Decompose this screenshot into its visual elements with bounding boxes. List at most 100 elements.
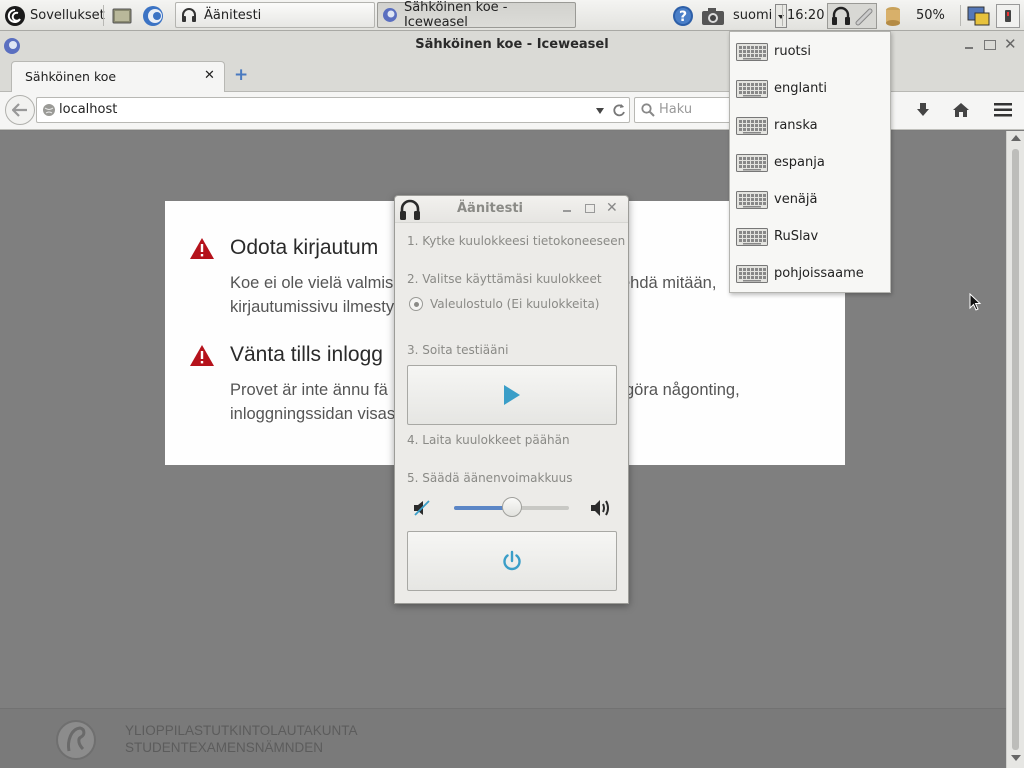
volume-slider-knob[interactable] (501, 497, 522, 517)
device-option-label: Valeulostulo (Ei kuulokkeita) (430, 297, 600, 311)
scroll-up-icon[interactable] (1011, 135, 1021, 141)
keyboard-layout-label: suomi (733, 8, 773, 23)
downloads-icon[interactable] (915, 102, 931, 118)
keyboard-layout-option-label: englanti (774, 81, 828, 96)
show-desktop-button[interactable] (112, 0, 132, 31)
battery-label: 50% (916, 8, 945, 23)
keyboard-layout-option[interactable]: englanti (730, 70, 890, 107)
headphones-icon (831, 6, 850, 25)
notice-title-fi: Odota kirjautum (230, 236, 379, 259)
keyboard-icon (736, 190, 768, 209)
close-icon: ✕ (1004, 35, 1017, 53)
power-icon (1005, 9, 1011, 22)
tab-title: Sähköinen koe (25, 69, 117, 84)
globe-icon (43, 104, 55, 116)
battery-indicator[interactable]: 50% (912, 0, 945, 31)
footer-line1: YLIOPPILASTUTKINTOLAUTAKUNTA (125, 723, 358, 738)
keyboard-layout-option-label: ranska (774, 118, 818, 133)
url-history-dropdown[interactable] (596, 108, 604, 114)
footer-line2: STUDENTEXAMENSNÄMNDEN (125, 740, 324, 755)
volume-slider[interactable] (454, 497, 569, 517)
radio-button[interactable] (409, 297, 423, 311)
browser-launcher[interactable] (141, 0, 165, 31)
reload-icon[interactable] (612, 103, 626, 117)
ytl-logo-icon (56, 720, 96, 760)
scroll-down-icon[interactable] (1011, 755, 1021, 761)
notice-body-sv-line2: inloggningssidan visas (230, 405, 396, 423)
step-4-label: 4. Laita kuulokkeet päähän (407, 433, 570, 447)
minimize-button[interactable] (962, 37, 976, 51)
keyboard-layout-option-label: RuSlav (774, 229, 819, 244)
step-3-label: 3. Soita testiääni (407, 343, 509, 357)
database-icon (886, 6, 900, 26)
microphone-icon (855, 8, 872, 25)
page-scrollbar[interactable] (1006, 131, 1024, 768)
power-icon (503, 550, 521, 571)
dialog-titlebar[interactable]: Äänitesti ✕ (395, 196, 628, 223)
scrollbar-thumb[interactable] (1012, 149, 1019, 750)
task-browser[interactable]: Sähköinen koe - Iceweasel (377, 0, 576, 30)
notice-body-fi-line1: Koe ei ole vielä valmis (230, 274, 394, 292)
windows-icon (967, 6, 990, 25)
applications-menu[interactable]: Sovellukset (4, 0, 105, 31)
play-test-sound-button[interactable] (407, 365, 617, 425)
help-button[interactable]: ? (672, 0, 694, 31)
keyboard-layout-option[interactable]: ruotsi (730, 33, 890, 70)
debian-logo-icon (5, 5, 25, 26)
notice-body-sv-line1-end: göra någonting, (625, 381, 740, 399)
warning-icon (190, 238, 214, 259)
headphones-icon (182, 8, 196, 22)
mute-icon[interactable] (412, 498, 432, 518)
back-button[interactable] (5, 95, 35, 125)
svg-text:?: ? (679, 9, 687, 25)
desktop-icon (112, 8, 132, 23)
help-icon: ? (673, 5, 693, 26)
keyboard-icon (736, 227, 768, 246)
url-bar[interactable]: localhost (36, 97, 630, 123)
keyboard-layout-option[interactable]: RuSlav (730, 218, 890, 255)
notice-body-sv-line1: Provet är inte ännu fä (230, 381, 388, 399)
plus-icon: + (234, 65, 249, 85)
close-tab-button[interactable]: ✕ (204, 68, 215, 83)
keyboard-icon (736, 264, 768, 283)
camera-icon (702, 7, 724, 25)
step-5-label: 5. Säädä äänenvoimakkuus (407, 471, 573, 485)
tab-active[interactable]: Sähköinen koe ✕ (11, 61, 225, 93)
maximize-button[interactable] (984, 40, 996, 50)
new-tab-button[interactable]: + (234, 65, 248, 85)
window-switcher[interactable] (967, 0, 991, 31)
task-sound-test[interactable]: Äänitesti (175, 2, 375, 28)
dialog-minimize-button[interactable] (563, 210, 571, 212)
storage-button[interactable] (883, 0, 903, 31)
keyboard-layout-option[interactable]: pohjoissaame (730, 255, 890, 292)
logout-button[interactable] (996, 0, 1020, 31)
audio-tray[interactable] (827, 0, 877, 31)
menu-icon[interactable] (994, 103, 1012, 117)
device-radio-option[interactable]: Valeulostulo (Ei kuulokkeita) (409, 297, 600, 311)
close-window-button[interactable]: ✕ (1004, 35, 1017, 53)
keyboard-layout-option[interactable]: ranska (730, 107, 890, 144)
keyboard-layout-option-label: pohjoissaame (774, 266, 864, 281)
keyboard-icon (736, 42, 768, 61)
home-icon[interactable] (952, 102, 970, 118)
dialog-title: Äänitesti (457, 201, 523, 216)
play-icon (504, 385, 520, 405)
keyboard-layout-option[interactable]: venäjä (730, 181, 890, 218)
keyboard-layout-option-label: venäjä (774, 192, 818, 207)
url-text: localhost (59, 102, 118, 117)
screenshot-button[interactable] (701, 0, 725, 31)
power-button[interactable] (407, 531, 617, 591)
keyboard-layout-option-label: ruotsi (774, 44, 812, 59)
clock[interactable]: 16:20 (787, 0, 824, 31)
keyboard-layout-option[interactable]: espanja (730, 144, 890, 181)
dialog-maximize-button[interactable] (585, 204, 595, 213)
keyboard-layout-selector[interactable]: suomi (733, 0, 788, 31)
dialog-close-button[interactable]: ✕ (606, 200, 618, 216)
sound-test-dialog: Äänitesti ✕ 1. Kytke kuulokkeesi tietoko… (394, 195, 629, 604)
step-2-label: 2. Valitse käyttämäsi kuulokkeet (407, 272, 602, 286)
back-arrow-icon (12, 103, 27, 117)
close-icon: ✕ (606, 200, 618, 216)
task-label: Sähköinen koe - Iceweasel (403, 0, 508, 30)
notice-body-fi-line2: kirjautumissivu ilmesty (230, 298, 395, 316)
volume-high-icon[interactable] (589, 497, 613, 519)
